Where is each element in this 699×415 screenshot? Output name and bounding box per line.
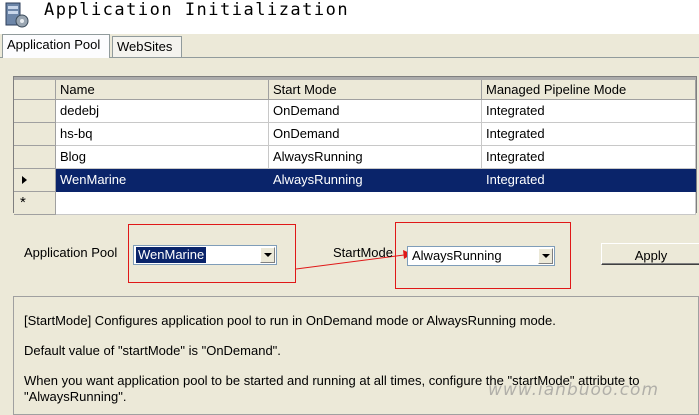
new-row-cell[interactable] — [56, 192, 696, 215]
column-header-start-mode[interactable]: Start Mode — [269, 80, 482, 100]
cell-start-mode[interactable]: OnDemand — [269, 123, 482, 146]
current-row-arrow-icon — [22, 176, 27, 184]
column-header-pipeline-mode[interactable]: Managed Pipeline Mode — [482, 80, 696, 100]
chevron-down-icon — [264, 253, 272, 257]
table-row[interactable]: dedebj OnDemand Integrated — [14, 100, 696, 123]
column-header-name[interactable]: Name — [56, 80, 269, 100]
server-gear-icon — [5, 2, 29, 28]
cell-name[interactable]: Blog — [56, 146, 269, 169]
table-row-selected[interactable]: WenMarine AlwaysRunning Integrated — [14, 169, 696, 192]
row-header[interactable] — [14, 100, 56, 123]
cell-pipeline-mode[interactable]: Integrated — [482, 169, 696, 192]
chevron-down-icon — [542, 254, 550, 258]
cell-start-mode[interactable]: AlwaysRunning — [269, 146, 482, 169]
window-header: Application Initialization — [0, 0, 699, 34]
watermark: www.ianbuoo.com — [488, 380, 660, 400]
app-pool-selected-value: WenMarine — [136, 247, 207, 263]
start-mode-dropdown-button[interactable] — [538, 248, 553, 264]
apply-button[interactable]: Apply — [601, 243, 699, 265]
tab-strip: Application Pool WebSites — [0, 34, 699, 58]
cell-start-mode[interactable]: OnDemand — [269, 100, 482, 123]
row-header[interactable] — [14, 146, 56, 169]
grid-header: Name Start Mode Managed Pipeline Mode — [14, 80, 696, 100]
row-header[interactable] — [14, 123, 56, 146]
description-line: Default value of "startMode" is "OnDeman… — [24, 343, 281, 358]
table-row[interactable]: Blog AlwaysRunning Integrated — [14, 146, 696, 169]
row-header[interactable]: * — [14, 192, 56, 215]
row-header[interactable] — [14, 169, 56, 192]
app-pool-label: Application Pool — [24, 245, 118, 260]
description-line: [StartMode] Configures application pool … — [24, 313, 556, 328]
tab-panel: Name Start Mode Managed Pipeline Mode de… — [0, 57, 699, 415]
grid-corner-cell — [14, 80, 56, 100]
cell-pipeline-mode[interactable]: Integrated — [482, 123, 696, 146]
cell-pipeline-mode[interactable]: Integrated — [482, 100, 696, 123]
new-row-asterisk-icon: * — [20, 194, 26, 211]
tab-websites[interactable]: WebSites — [112, 36, 182, 57]
start-mode-selected-value: AlwaysRunning — [412, 248, 502, 263]
table-row[interactable]: hs-bq OnDemand Integrated — [14, 123, 696, 146]
start-mode-select[interactable]: AlwaysRunning — [407, 246, 555, 266]
cell-name[interactable]: dedebj — [56, 100, 269, 123]
app-pool-select[interactable]: WenMarine — [133, 245, 277, 265]
app-pool-dropdown-button[interactable] — [260, 247, 275, 263]
cell-start-mode[interactable]: AlwaysRunning — [269, 169, 482, 192]
cell-name[interactable]: hs-bq — [56, 123, 269, 146]
page-title: Application Initialization — [44, 0, 350, 20]
new-row[interactable]: * — [14, 192, 696, 215]
cell-name[interactable]: WenMarine — [56, 169, 269, 192]
app-pool-grid[interactable]: Name Start Mode Managed Pipeline Mode de… — [13, 76, 697, 215]
tab-application-pool[interactable]: Application Pool — [2, 34, 110, 58]
start-mode-label: StartMode — [333, 245, 393, 260]
cell-pipeline-mode[interactable]: Integrated — [482, 146, 696, 169]
